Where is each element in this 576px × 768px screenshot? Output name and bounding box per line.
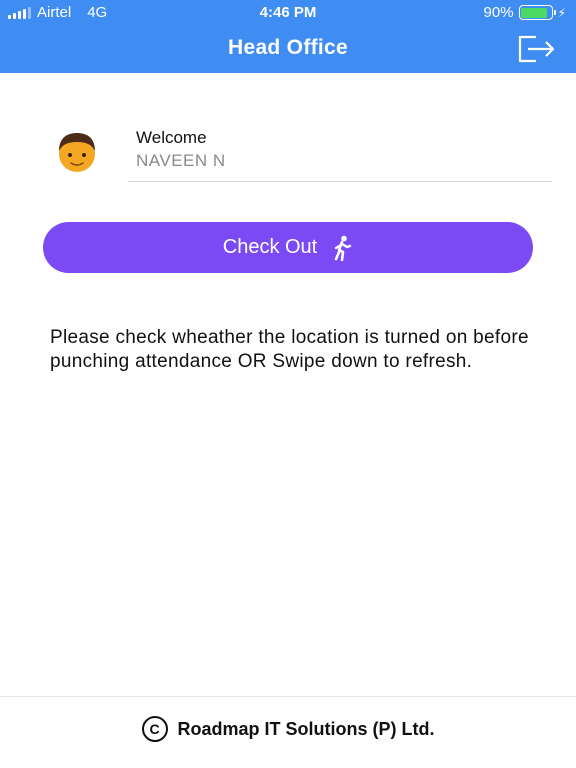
logout-button[interactable] [516,34,556,64]
battery-icon [518,5,556,20]
location-instruction-text: Please check wheather the location is tu… [50,327,529,372]
copyright-icon: C [141,716,168,742]
welcome-label: Welcome [136,128,207,147]
boy-face-icon [59,133,95,172]
divider [128,181,552,182]
check-out-label: Check Out [222,236,318,258]
welcome-section: Welcome NAVEEN N [0,125,576,185]
navigation-bar: Head Office [0,24,576,73]
status-right: 90% ⚡ [484,4,566,21]
logout-icon [518,35,555,63]
footer: C Roadmap IT Solutions (P) Ltd. [0,716,576,742]
user-name: NAVEEN N [136,151,226,170]
battery-level-fill [521,7,548,18]
company-name: Roadmap IT Solutions (P) Ltd. [177,718,435,739]
status-bar: Airtel 4G 4:46 PM 90% ⚡ [0,0,576,24]
page-title: Head Office [228,36,348,59]
battery-percent: 90% [483,4,514,21]
charging-bolt-icon: ⚡ [557,5,566,20]
footer-divider [0,696,576,697]
check-out-button[interactable]: Check Out [43,222,533,273]
walking-person-icon [334,235,352,261]
